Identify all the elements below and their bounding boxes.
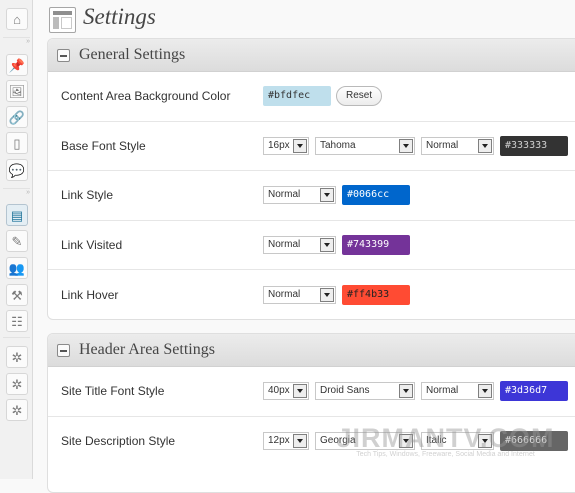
panel-title: General Settings [79,46,186,63]
field-label: Content Area Background Color [61,89,231,104]
font-style-select[interactable]: Normal [263,186,336,205]
chevron-down-icon[interactable] [478,384,492,399]
select-value: Normal [426,385,459,397]
panel-header[interactable]: Header Area Settings [48,334,575,367]
panel-title: Header Area Settings [79,341,215,358]
chevron-down-icon[interactable] [293,384,307,399]
site-title-row: Site Title Font Style 40px Droid Sans No… [48,367,575,417]
field-label: Site Title Font Style [61,384,165,399]
media-icon[interactable]: 🖼 [6,80,28,102]
font-style-select[interactable]: Normal [421,136,494,155]
page-title: Settings [83,4,156,29]
font-size-select[interactable]: 12px [263,432,309,451]
site-title-color-input[interactable]: #3d36d7 [500,381,568,402]
select-value: Georgia [320,435,356,447]
admin-sidebar: ⌂ » 📌 🖼 🔗 ▯ 💬 » ▤ ✎ 👥 ⚒ ☷ ✲ ✲ ✲ [0,0,33,479]
font-style-select[interactable]: Normal [263,235,336,254]
sidebar-separator[interactable]: » [3,37,30,45]
font-color-input[interactable]: #333333 [500,135,568,156]
chevron-down-icon[interactable] [478,434,492,449]
panel-header[interactable]: General Settings [48,39,575,72]
content-bg-color-input[interactable]: #bfdfec [263,86,331,107]
pages-icon[interactable]: ▯ [6,132,28,154]
font-family-select[interactable]: Tahoma [315,136,415,155]
font-family-select[interactable]: Georgia [315,432,415,451]
link-hover-row: Link Hover Normal #ff4b33 [48,270,575,319]
header-settings-panel: Header Area Settings Site Title Font Sty… [47,333,575,493]
chevron-down-icon[interactable] [293,434,307,449]
chevron-down-icon[interactable] [399,138,413,153]
site-description-color-input[interactable]: #666666 [500,431,568,452]
select-value: Droid Sans [320,385,370,397]
users-icon[interactable]: 👥 [6,257,28,279]
settings-page-icon [49,7,76,33]
general-settings-panel: General Settings Content Area Background… [47,38,575,320]
appearance-icon[interactable]: ▤ [6,204,28,226]
select-value: 12px [268,435,290,447]
field-label: Link Style [61,188,114,203]
font-style-select[interactable]: Normal [263,285,336,304]
tools-icon[interactable]: ⚒ [6,284,28,306]
font-size-select[interactable]: 16px [263,136,309,155]
reset-button[interactable]: Reset [336,86,383,107]
select-value: Normal [268,288,301,300]
select-value: Normal [268,238,301,250]
select-value: Normal [426,139,459,151]
field-label: Link Hover [61,287,119,302]
link-visited-row: Link Visited Normal #743399 [48,221,575,270]
comments-icon[interactable]: 💬 [6,159,28,181]
chevron-down-icon[interactable] [478,138,492,153]
extra-menu-icon[interactable]: ✲ [6,399,28,421]
select-value: 40px [268,385,290,397]
chevron-down-icon[interactable] [320,287,334,302]
extra-menu-icon[interactable]: ✲ [6,346,28,368]
base-font-row: Base Font Style 16px Tahoma Normal #3333… [48,122,575,171]
font-style-select[interactable]: Normal [421,382,494,401]
extra-menu-icon[interactable]: ✲ [6,373,28,395]
select-value: 16px [268,139,290,151]
link-style-row: Link Style Normal #0066cc [48,171,575,221]
collapse-toggle-icon[interactable] [57,48,70,62]
chevron-down-icon[interactable] [293,138,307,153]
chevron-down-icon[interactable] [399,434,413,449]
chevron-down-icon[interactable] [320,237,334,252]
dashboard-icon[interactable]: ⌂ [6,8,28,30]
select-value: Tahoma [320,139,356,151]
collapse-toggle-icon[interactable] [57,343,70,357]
field-label: Base Font Style [61,138,146,153]
font-size-select[interactable]: 40px [263,382,309,401]
visited-color-input[interactable]: #743399 [342,234,410,255]
hover-color-input[interactable]: #ff4b33 [342,284,410,305]
font-style-select[interactable]: Italic [421,432,494,451]
sidebar-separator [3,337,30,345]
posts-icon[interactable]: 📌 [6,54,28,76]
plugins-icon[interactable]: ✎ [6,230,28,252]
sidebar-separator[interactable]: » [3,188,30,196]
chevron-down-icon[interactable] [320,188,334,203]
field-label: Link Visited [61,237,123,252]
chevron-down-icon[interactable] [399,384,413,399]
select-value: Italic [426,435,447,447]
links-icon[interactable]: 🔗 [6,106,28,128]
field-label: Site Description Style [61,434,176,449]
link-color-input[interactable]: #0066cc [342,185,410,206]
settings-icon[interactable]: ☷ [6,310,28,332]
site-description-row: Site Description Style 12px Georgia Ital… [48,417,575,467]
select-value: Normal [268,189,301,201]
content-bg-row: Content Area Background Color #bfdfec Re… [48,72,575,122]
font-family-select[interactable]: Droid Sans [315,382,415,401]
